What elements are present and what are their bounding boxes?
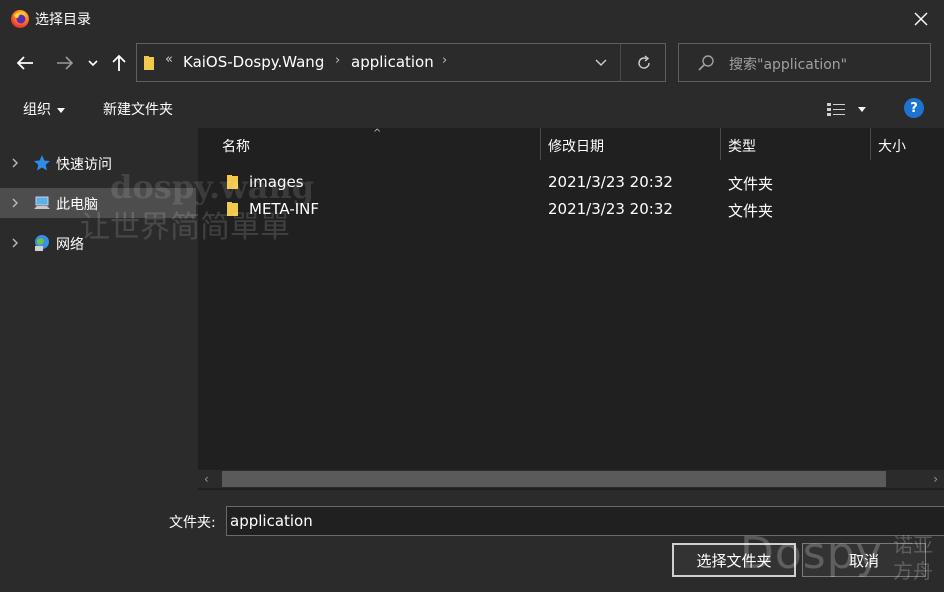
chevron-down-icon [595, 59, 607, 66]
new-folder-label: 新建文件夹 [103, 102, 173, 118]
view-options-button[interactable] [826, 99, 874, 119]
recent-locations-button[interactable] [86, 50, 100, 76]
watermark-brand: Dospy [740, 528, 883, 579]
table-row[interactable]: META-INF 2021/3/23 20:32 文件夹 [206, 196, 941, 223]
close-button[interactable] [898, 0, 944, 38]
breadcrumb-item[interactable]: KaiOS-Dospy.Wang [183, 53, 324, 71]
question-mark-icon: ? [910, 100, 918, 116]
file-type: 文件夹 [728, 175, 774, 193]
navigation-bar: « KaiOS-Dospy.Wang › application › 搜索"ap… [0, 38, 944, 88]
column-header-modified[interactable]: 修改日期 [548, 136, 604, 156]
chevron-right-icon[interactable] [10, 156, 20, 170]
arrow-right-icon [57, 56, 74, 70]
file-type: 文件夹 [728, 202, 774, 220]
command-toolbar: 组织 新建文件夹 ? [0, 88, 944, 128]
column-divider[interactable] [720, 128, 721, 160]
new-folder-button[interactable]: 新建文件夹 [103, 99, 173, 119]
breadcrumb-item[interactable]: application [351, 53, 434, 71]
overflow-chevron-icon[interactable]: « [165, 52, 173, 67]
caret-down-icon [858, 106, 866, 112]
file-modified: 2021/3/23 20:32 [548, 200, 673, 218]
column-header-type[interactable]: 类型 [728, 136, 756, 156]
firefox-icon [11, 10, 29, 28]
breadcrumb-separator-icon[interactable]: › [442, 53, 447, 68]
file-modified: 2021/3/23 20:32 [548, 173, 673, 191]
column-header-name[interactable]: 名称 [222, 136, 250, 156]
network-icon [35, 235, 49, 251]
title-bar: 选择目录 [0, 0, 944, 38]
column-header-size[interactable]: 大小 [878, 136, 906, 156]
details-view-icon [827, 103, 845, 116]
sort-ascending-icon: ^ [373, 128, 382, 139]
refresh-button[interactable] [631, 50, 657, 76]
up-button[interactable] [108, 50, 130, 76]
watermark-brand-cn: 诺亚方舟 [893, 533, 933, 583]
chevron-right-icon[interactable] [10, 196, 20, 210]
help-button[interactable]: ? [904, 98, 924, 118]
chevron-right-icon[interactable] [10, 236, 20, 250]
divider [620, 44, 621, 81]
search-placeholder: 搜索"application" [729, 57, 848, 73]
horizontal-scrollbar[interactable]: ‹ › [198, 470, 944, 488]
star-icon [34, 155, 50, 171]
arrow-up-icon [112, 54, 126, 71]
address-dropdown-button[interactable] [589, 51, 613, 75]
arrow-left-icon [16, 56, 33, 70]
watermark-slogan: 让世界简简單單 [80, 210, 290, 245]
folder-field-label: 文件夹: [169, 515, 216, 531]
scrollbar-thumb[interactable] [222, 471, 886, 487]
table-row[interactable]: images 2021/3/23 20:32 文件夹 [206, 169, 941, 196]
search-input[interactable]: 搜索"application" [678, 43, 931, 82]
back-button[interactable] [12, 50, 38, 76]
forward-button[interactable] [52, 50, 78, 76]
column-divider[interactable] [870, 128, 871, 160]
chevron-down-icon [88, 60, 98, 67]
sidebar-item-label: 快速访问 [56, 157, 112, 173]
breadcrumb-separator-icon[interactable]: › [335, 53, 340, 68]
caret-down-icon [57, 107, 65, 113]
address-bar[interactable]: « KaiOS-Dospy.Wang › application › [136, 43, 666, 82]
computer-icon [34, 196, 50, 209]
close-icon [914, 12, 928, 26]
window-title: 选择目录 [35, 12, 91, 28]
column-divider[interactable] [540, 128, 541, 160]
refresh-icon [638, 55, 650, 69]
scroll-right-icon[interactable]: › [933, 472, 938, 486]
organize-label: 组织 [23, 102, 51, 118]
organize-menu[interactable]: 组织 [23, 99, 65, 119]
search-icon [698, 55, 714, 71]
scroll-left-icon[interactable]: ‹ [204, 472, 209, 486]
folder-icon [144, 56, 154, 70]
watermark-logo: dospy.wang [110, 168, 315, 206]
